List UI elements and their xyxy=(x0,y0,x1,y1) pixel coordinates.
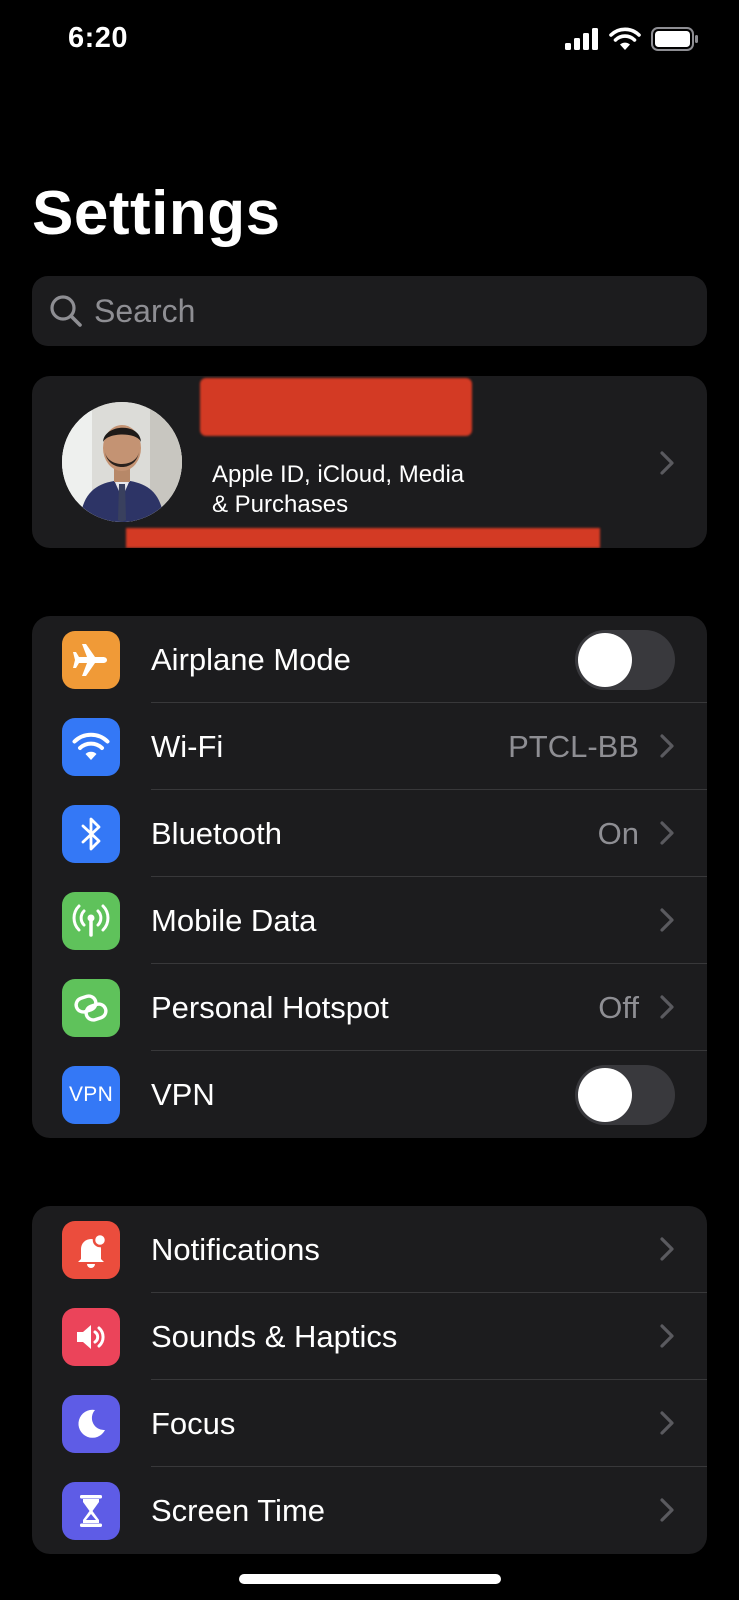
vpn-label: VPN xyxy=(151,1077,215,1112)
cellular-signal-icon xyxy=(565,28,598,50)
general-settings-group: Notifications Sounds & Haptics Focus Scr… xyxy=(32,1206,707,1554)
notifications-label: Notifications xyxy=(151,1232,320,1267)
chevron-right-icon xyxy=(660,734,674,758)
chevron-right-icon xyxy=(660,1411,674,1435)
row-focus[interactable]: Focus xyxy=(32,1380,707,1467)
wifi-icon xyxy=(62,718,120,776)
airplane-icon xyxy=(62,631,120,689)
focus-label: Focus xyxy=(151,1406,236,1441)
search-bar[interactable] xyxy=(32,276,707,346)
speaker-icon xyxy=(62,1308,120,1366)
chevron-right-icon xyxy=(660,821,674,845)
toggle-knob xyxy=(578,633,632,687)
airplane-mode-label: Airplane Mode xyxy=(151,642,351,677)
chevron-right-icon xyxy=(660,908,674,932)
chevron-right-icon xyxy=(660,451,674,475)
profile-subtitle-line2: & Purchases xyxy=(212,491,349,518)
row-vpn[interactable]: VPN VPN xyxy=(32,1051,707,1138)
chevron-right-icon xyxy=(660,995,674,1019)
row-sounds-haptics[interactable]: Sounds & Haptics xyxy=(32,1293,707,1380)
row-personal-hotspot[interactable]: Personal Hotspot Off xyxy=(32,964,707,1051)
wifi-label: Wi-Fi xyxy=(151,729,224,764)
connectivity-settings-group: Airplane Mode Wi-Fi PTCL-BB Bluetooth On xyxy=(32,616,707,1138)
status-icons xyxy=(565,27,699,51)
row-bluetooth[interactable]: Bluetooth On xyxy=(32,790,707,877)
toggle-knob xyxy=(578,1068,632,1122)
mobile-data-label: Mobile Data xyxy=(151,903,317,938)
redacted-name xyxy=(200,378,472,436)
chevron-right-icon xyxy=(660,1237,674,1261)
bluetooth-value: On xyxy=(597,816,639,851)
hotspot-link-icon xyxy=(62,979,120,1037)
personal-hotspot-label: Personal Hotspot xyxy=(151,990,389,1025)
chevron-right-icon xyxy=(660,1498,674,1522)
profile-subtitle-line1: Apple ID, iCloud, Media xyxy=(212,461,465,488)
hourglass-icon xyxy=(62,1482,120,1540)
battery-icon xyxy=(651,27,698,51)
row-notifications[interactable]: Notifications xyxy=(32,1206,707,1293)
vpn-toggle[interactable] xyxy=(575,1065,675,1125)
wifi-network-value: PTCL-BB xyxy=(508,729,639,764)
chevron-right-icon xyxy=(660,1324,674,1348)
airplane-mode-toggle[interactable] xyxy=(575,630,675,690)
vpn-icon: VPN xyxy=(62,1066,120,1124)
screen-time-label: Screen Time xyxy=(151,1493,326,1528)
personal-hotspot-value: Off xyxy=(598,990,639,1025)
bluetooth-label: Bluetooth xyxy=(151,816,282,851)
page-title: Settings xyxy=(32,179,281,248)
status-time: 6:20 xyxy=(68,22,129,54)
wifi-status-icon xyxy=(609,27,641,50)
sounds-haptics-label: Sounds & Haptics xyxy=(151,1319,398,1354)
search-input[interactable] xyxy=(94,292,654,330)
row-wifi[interactable]: Wi-Fi PTCL-BB xyxy=(32,703,707,790)
antenna-icon xyxy=(62,892,120,950)
vpn-icon-text: VPN xyxy=(68,1083,114,1106)
redacted-bar xyxy=(126,528,600,548)
row-screen-time[interactable]: Screen Time xyxy=(32,1467,707,1554)
avatar xyxy=(62,402,182,522)
bluetooth-icon xyxy=(62,805,120,863)
status-bar: 6:20 xyxy=(0,0,739,80)
moon-icon xyxy=(62,1395,120,1453)
apple-id-profile-card[interactable]: Apple ID, iCloud, Media & Purchases xyxy=(32,376,707,548)
notification-bell-icon xyxy=(62,1221,120,1279)
profile-subtitle: Apple ID, iCloud, Media & Purchases xyxy=(212,460,512,520)
search-icon xyxy=(50,295,82,327)
row-mobile-data[interactable]: Mobile Data xyxy=(32,877,707,964)
home-indicator[interactable] xyxy=(239,1574,501,1584)
row-airplane-mode[interactable]: Airplane Mode xyxy=(32,616,707,703)
